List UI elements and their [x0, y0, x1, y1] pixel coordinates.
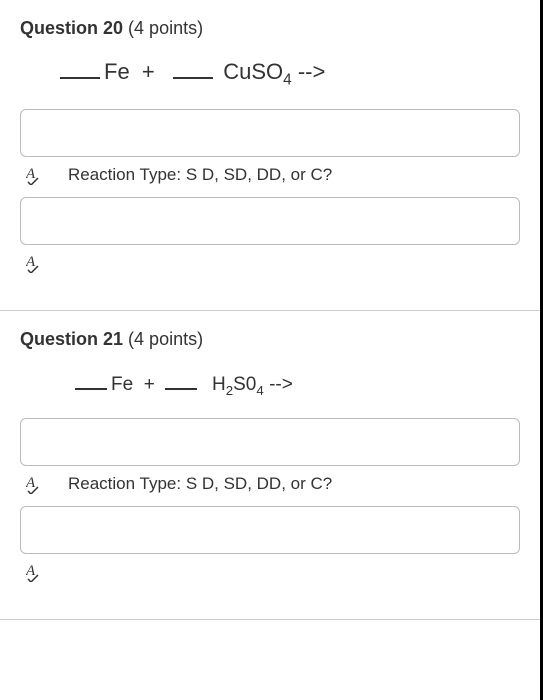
spellcheck-icon[interactable]: A	[26, 474, 50, 494]
under-input-row-1: A Reaction Type: S D, SD, DD, or C?	[20, 165, 520, 185]
reagent-2-prefix: CuSO	[223, 59, 283, 84]
reagent-2a-sub: 2	[226, 383, 233, 398]
question-20-equation: Fe + CuSO4 -->	[60, 59, 520, 89]
question-21-header: Question 21 (4 points)	[20, 329, 520, 350]
svg-text:A: A	[26, 166, 36, 182]
under-input-row-2: A	[20, 562, 520, 582]
reagent-2b: S0	[233, 374, 256, 395]
question-20-header: Question 20 (4 points)	[20, 18, 520, 39]
reaction-arrow: -->	[269, 374, 293, 395]
plus-sign: +	[144, 374, 155, 395]
under-input-row-1: A Reaction Type: S D, SD, DD, or C?	[20, 474, 520, 494]
coefficient-blank-1	[75, 370, 107, 390]
question-number: Question 21	[20, 329, 123, 349]
svg-text:A: A	[26, 254, 36, 270]
plus-sign: +	[142, 59, 155, 84]
answer-input-1[interactable]	[20, 109, 520, 157]
coefficient-blank-2	[173, 59, 213, 79]
reaction-type-prompt: Reaction Type: S D, SD, DD, or C?	[68, 165, 332, 185]
question-21-equation: Fe + H2S04 -->	[75, 370, 520, 398]
reagent-1: Fe	[104, 59, 130, 84]
reagent-1: Fe	[111, 374, 133, 395]
answer-input-2[interactable]	[20, 506, 520, 554]
reagent-2-sub: 4	[283, 71, 292, 88]
reagent-2b-sub: 4	[256, 383, 263, 398]
spellcheck-icon[interactable]: A	[26, 562, 50, 582]
reaction-type-prompt: Reaction Type: S D, SD, DD, or C?	[68, 474, 332, 494]
coefficient-blank-1	[60, 59, 100, 79]
question-21-block: Question 21 (4 points) Fe + H2S04 --> A …	[0, 311, 540, 620]
question-points: (4 points)	[128, 329, 203, 349]
reagent-2a: H	[212, 374, 226, 395]
question-20-block: Question 20 (4 points) Fe + CuSO4 --> A …	[0, 0, 540, 311]
coefficient-blank-2	[165, 370, 197, 390]
under-input-row-2: A	[20, 253, 520, 273]
spellcheck-icon[interactable]: A	[26, 253, 50, 273]
question-number: Question 20	[20, 18, 123, 38]
svg-text:A: A	[26, 563, 36, 579]
question-points: (4 points)	[128, 18, 203, 38]
answer-input-2[interactable]	[20, 197, 520, 245]
spellcheck-icon[interactable]: A	[26, 165, 50, 185]
reaction-arrow: -->	[298, 59, 326, 84]
svg-text:A: A	[26, 475, 36, 491]
answer-input-1[interactable]	[20, 418, 520, 466]
